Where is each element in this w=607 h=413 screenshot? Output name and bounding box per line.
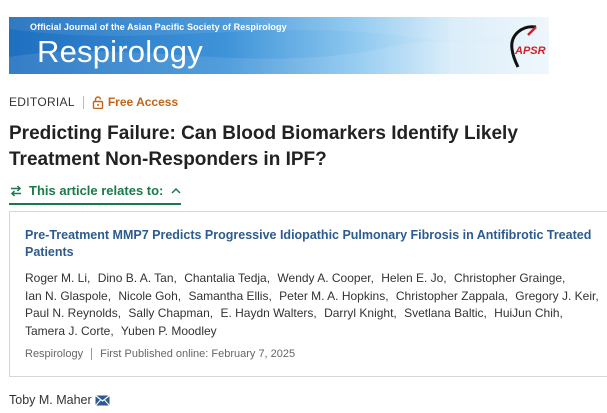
- author-link[interactable]: Nicole Goh,: [118, 289, 181, 303]
- author-link[interactable]: Roger M. Li,: [25, 271, 90, 285]
- journal-banner[interactable]: Official Journal of the Asian Pacific So…: [9, 17, 549, 74]
- free-access-label: Free Access: [107, 95, 179, 109]
- author-link[interactable]: Helen E. Jo,: [381, 271, 446, 285]
- article-byline: Toby M. Maher: [9, 393, 110, 407]
- envelope-icon[interactable]: [94, 394, 110, 406]
- article-author[interactable]: Toby M. Maher: [9, 393, 92, 407]
- apsr-logo-text: APSR: [514, 45, 546, 57]
- author-link[interactable]: Paul N. Reynolds,: [25, 306, 121, 320]
- swap-arrows-icon: [10, 184, 22, 197]
- author-link[interactable]: Chantalia Tedja,: [184, 271, 270, 285]
- meta-divider: [91, 348, 93, 360]
- author-link[interactable]: Christopher Grainge,: [454, 271, 565, 285]
- author-link[interactable]: E. Haydn Walters,: [220, 306, 316, 320]
- relates-toggle[interactable]: This article relates to:: [9, 183, 182, 205]
- author-link[interactable]: Gregory J. Keir,: [515, 289, 598, 303]
- tag-divider: [82, 95, 84, 109]
- apsr-logo: APSR: [510, 25, 546, 68]
- related-article-journal: Respirology: [25, 348, 84, 360]
- related-article-meta: Respirology First Published online: Febr…: [25, 348, 295, 360]
- author-link[interactable]: Samantha Ellis,: [188, 289, 271, 303]
- journal-subtitle: Official Journal of the Asian Pacific So…: [30, 22, 287, 32]
- article-tags: EDITORIAL Free Access: [9, 94, 178, 110]
- author-link[interactable]: Svetlana Baltic,: [404, 306, 487, 320]
- author-link[interactable]: HuiJun Chih,: [494, 306, 563, 320]
- author-link[interactable]: Tamera J. Corte,: [25, 324, 114, 338]
- author-link[interactable]: Dino B. A. Tan,: [98, 271, 177, 285]
- author-link[interactable]: Peter M. A. Hopkins,: [279, 289, 388, 303]
- related-article-title[interactable]: Pre-Treatment MMP7 Predicts Progressive …: [25, 227, 607, 261]
- related-article-authors: Roger M. Li, Dino B. A. Tan, Chantalia T…: [25, 270, 607, 340]
- author-link[interactable]: Wendy A. Cooper,: [277, 271, 374, 285]
- related-article-date: First Published online: February 7, 2025: [100, 348, 296, 360]
- relates-label: This article relates to:: [29, 183, 164, 198]
- open-lock-icon: [92, 95, 104, 109]
- related-article-card: Pre-Treatment MMP7 Predicts Progressive …: [9, 211, 607, 377]
- chevron-up-icon: [171, 187, 181, 194]
- journal-name: Respirology: [37, 34, 203, 69]
- article-type: EDITORIAL: [9, 95, 75, 109]
- author-link[interactable]: Yuben P. Moodley: [121, 324, 217, 338]
- author-link[interactable]: Ian N. Glaspole,: [25, 289, 111, 303]
- article-title: Predicting Failure: Can Blood Biomarkers…: [9, 123, 518, 170]
- author-link[interactable]: Darryl Knight,: [324, 306, 397, 320]
- author-link[interactable]: Christopher Zappala,: [396, 289, 508, 303]
- author-link[interactable]: Sally Chapman,: [128, 306, 213, 320]
